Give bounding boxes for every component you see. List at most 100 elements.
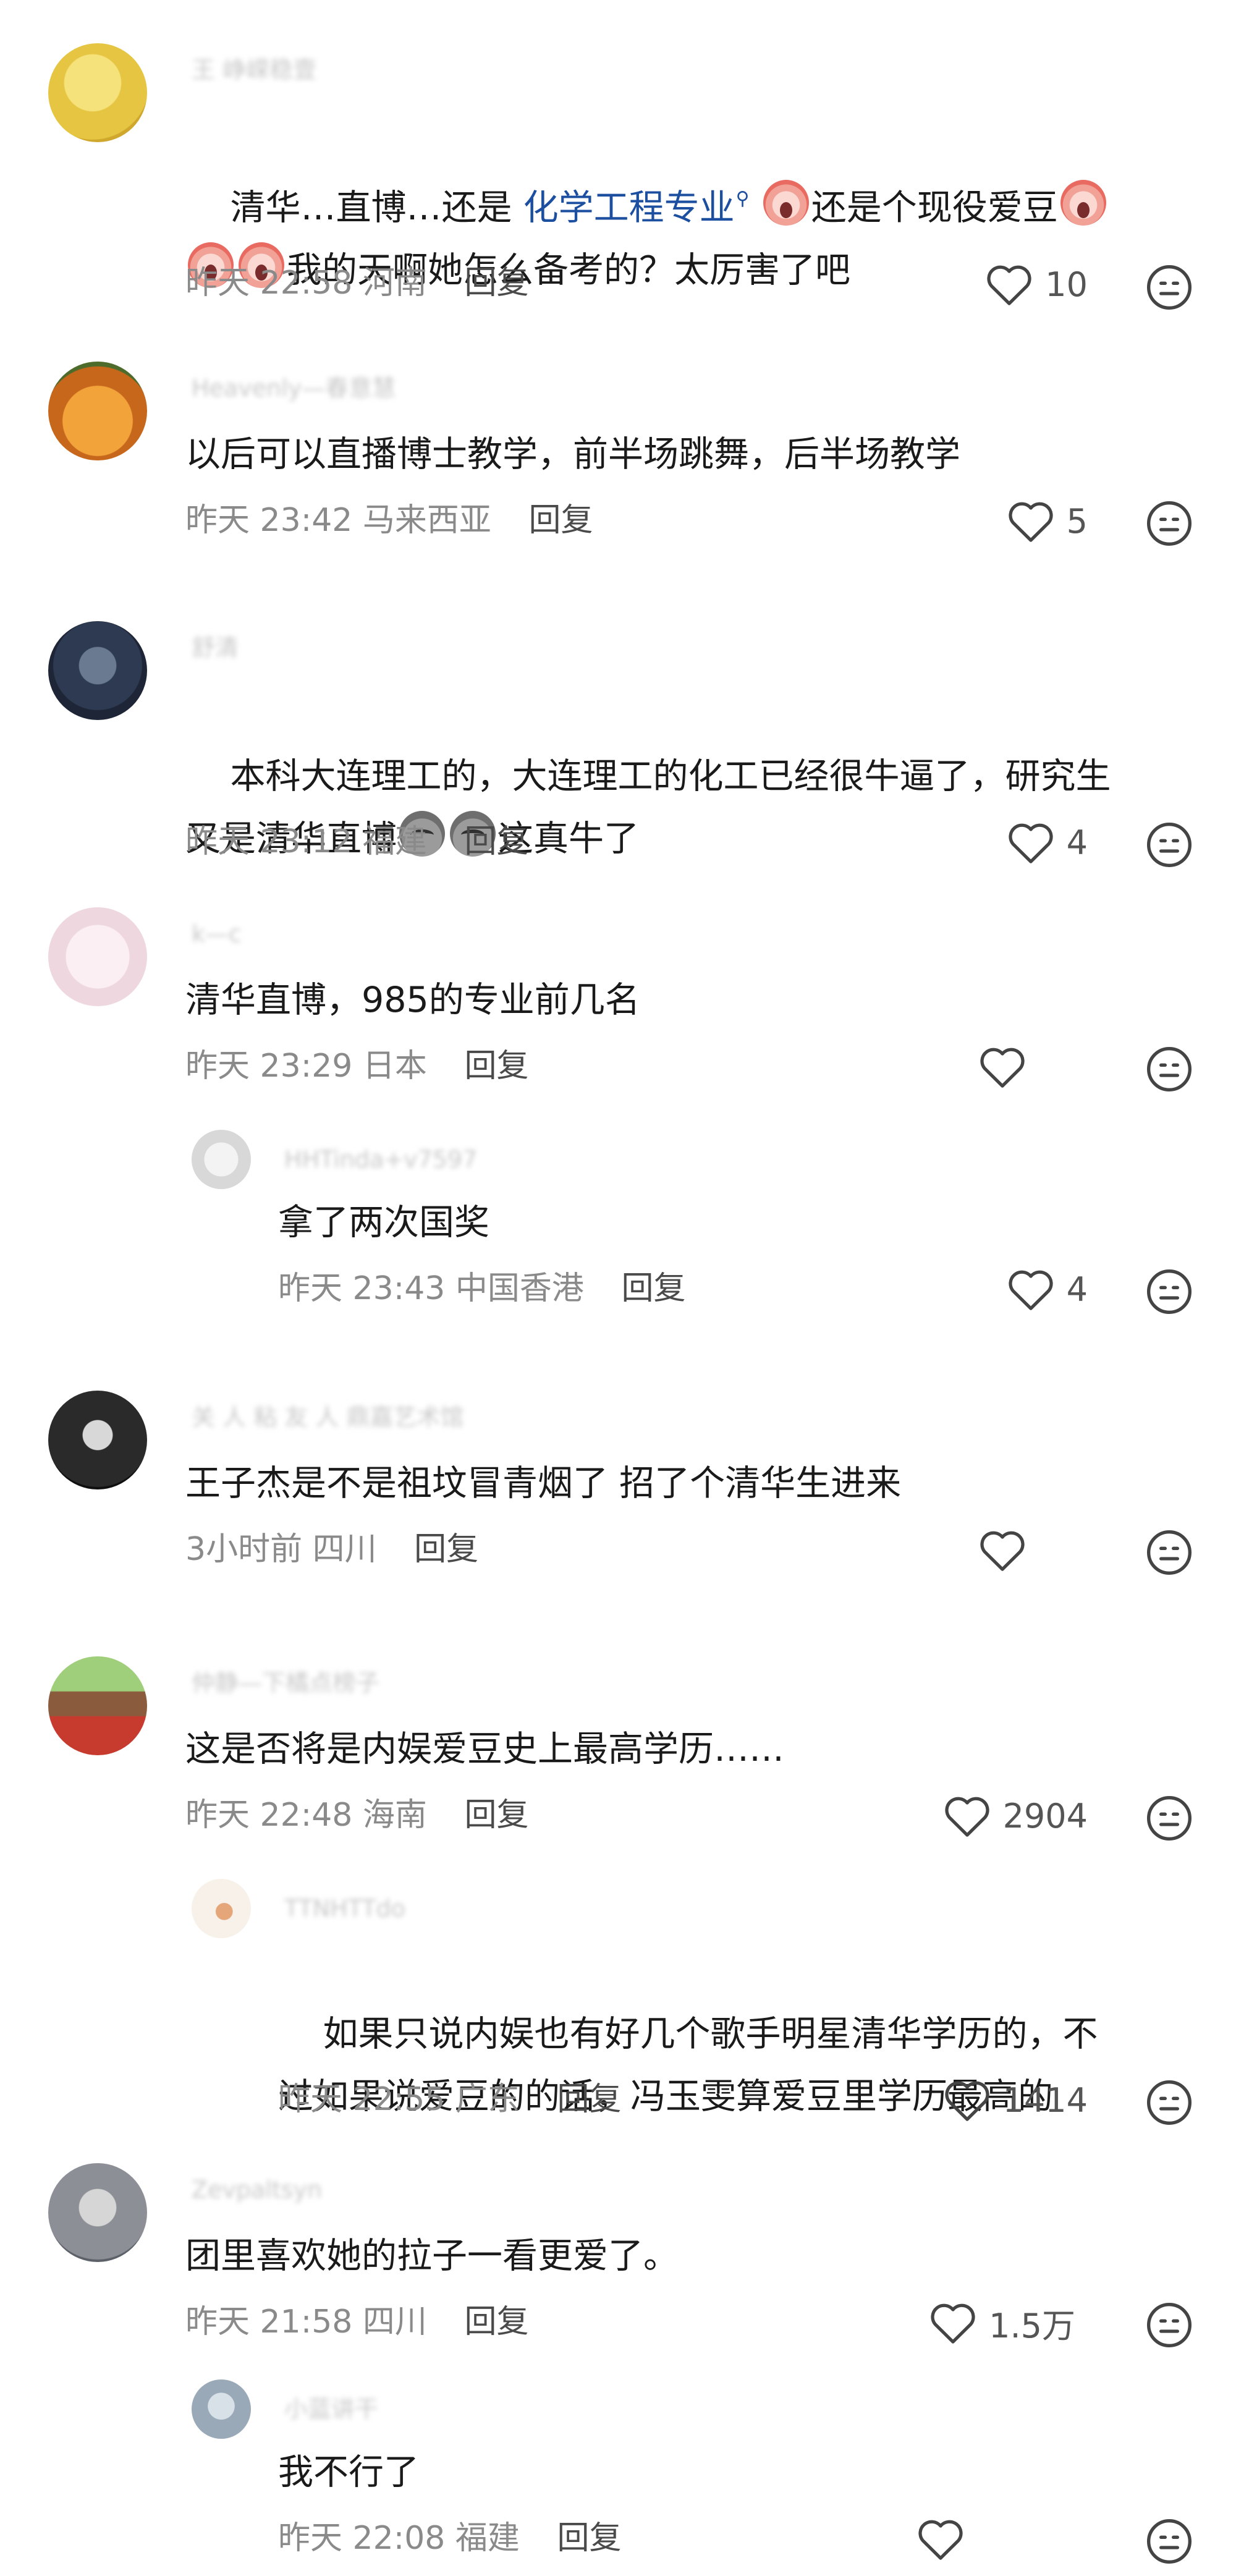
more-button[interactable]	[1145, 499, 1194, 548]
comment-meta: 昨天 23:43 中国香港 回复	[278, 1267, 685, 1310]
avatar[interactable]	[192, 1879, 251, 1938]
heart-outline-icon	[1009, 502, 1053, 542]
comment-meta: 昨天 21:58 四川 回复	[185, 2300, 528, 2344]
comment-time: 昨天 22:55	[278, 2081, 446, 2118]
comment-text: 我不行了	[278, 2452, 419, 2493]
comment-meta: 昨天 22:48 海南 回复	[185, 1794, 528, 1837]
reply-button[interactable]: 回复	[414, 1531, 478, 1568]
comment-location: 四川	[312, 1531, 377, 1568]
comment-time: 昨天 22:48	[185, 1797, 353, 1834]
heart-outline-icon	[918, 2520, 963, 2560]
more-button[interactable]	[1145, 1794, 1194, 1843]
reply-button[interactable]: 回复	[464, 1048, 528, 1085]
avatar[interactable]	[48, 621, 147, 720]
comment-text: 清华直博，985的专业前几名	[185, 980, 640, 1020]
comment-text-part: 清华…直博…还是	[230, 187, 523, 228]
comment-text: 团里喜欢她的拉子一看更爱了。	[185, 2235, 679, 2276]
avatar[interactable]	[192, 2379, 251, 2439]
like-button[interactable]	[952, 1525, 1038, 1575]
avatar[interactable]	[48, 1391, 147, 1489]
comment-text: 拿了两次国奖	[278, 1202, 489, 1243]
like-button[interactable]: 1.5万	[890, 2298, 1075, 2347]
neutral-face-icon	[1147, 823, 1192, 867]
like-button[interactable]	[890, 2514, 976, 2564]
avatar[interactable]	[48, 362, 147, 460]
like-button[interactable]	[952, 1042, 1038, 1091]
more-button[interactable]	[1145, 1044, 1194, 1094]
more-button[interactable]	[1145, 820, 1194, 870]
like-button[interactable]: 4	[952, 1265, 1088, 1314]
reply-button[interactable]: 回复	[464, 1797, 528, 1834]
like-count: 1.5万	[989, 2306, 1075, 2345]
like-button[interactable]: 1414	[890, 2075, 1088, 2125]
neutral-face-icon	[1147, 2519, 1192, 2564]
username[interactable]: k—c	[192, 920, 242, 948]
more-button[interactable]	[1145, 263, 1194, 312]
username[interactable]: 小蓝讲干	[284, 2395, 378, 2423]
neutral-face-icon	[1147, 1796, 1192, 1841]
avatar[interactable]	[48, 907, 147, 1006]
comment-text: 清华…直博…还是 化学工程专业⚲ 还是个现役爱豆 我的天啊她怎么备考的？太厉害了吧	[185, 105, 1187, 364]
heart-outline-icon	[931, 2303, 975, 2344]
avatar[interactable]	[48, 43, 147, 142]
comment-meta: 昨天 22:58 河南 回复	[185, 261, 528, 305]
more-button[interactable]	[1145, 2078, 1194, 2127]
heart-outline-icon	[944, 1797, 989, 1837]
comment-time: 昨天 23:29	[185, 1048, 353, 1085]
username[interactable]: 舒清	[192, 633, 239, 662]
reply-button[interactable]: 回复	[464, 2303, 528, 2341]
reply-button[interactable]: 回复	[621, 1270, 685, 1307]
username[interactable]: 关 人 粘 友 人 鼎嘉艺术馆	[192, 1403, 464, 1431]
heart-outline-icon	[980, 1048, 1025, 1088]
comment-meta: 3小时前 四川 回复	[185, 1528, 478, 1571]
more-button[interactable]	[1145, 1528, 1194, 1577]
more-button[interactable]	[1145, 2517, 1194, 2566]
username[interactable]: HHTinda+v7597	[284, 1145, 477, 1174]
like-button[interactable]: 10	[952, 260, 1088, 309]
username[interactable]: Heavenly—春意慧	[192, 374, 396, 402]
heart-outline-icon	[980, 1531, 1025, 1571]
comment-meta: 昨天 23:12 福建 回复	[185, 820, 528, 863]
reply-button[interactable]: 回复	[557, 2081, 621, 2118]
comment-time: 昨天 22:08	[278, 2520, 446, 2557]
username[interactable]: 仲静—下橘点榜子	[192, 1669, 379, 1697]
like-count: 4	[1066, 1269, 1088, 1309]
reply-button[interactable]: 回复	[464, 823, 528, 860]
comment-location: 四川	[362, 2303, 427, 2341]
comment-meta: 昨天 23:42 马来西亚 回复	[185, 499, 593, 542]
more-button[interactable]	[1145, 2300, 1194, 2350]
comment-time: 昨天 23:12	[185, 823, 353, 860]
reply-button[interactable]: 回复	[557, 2520, 621, 2557]
comment-location: 日本	[362, 1048, 427, 1085]
avatar[interactable]	[48, 1656, 147, 1755]
comment-text: 本科大连理工的，大连理工的化工已经很牛逼了，研究生 又是清华直博 这真牛了	[185, 683, 1199, 933]
scream-emoji-icon	[1060, 180, 1106, 226]
comment-location: 河南	[362, 265, 427, 302]
like-count: 5	[1066, 501, 1088, 541]
more-button[interactable]	[1145, 1267, 1194, 1316]
comment-time: 昨天 21:58	[185, 2303, 353, 2341]
scream-emoji-icon	[763, 180, 809, 226]
comment-meta: 昨天 22:55 广东 回复	[278, 2078, 621, 2121]
comment-location: 马来西亚	[362, 502, 491, 539]
topic-link[interactable]: 化学工程专业	[523, 187, 735, 228]
username[interactable]: 王 峥嵘稳壹	[192, 56, 316, 84]
like-count: 2904	[1002, 1796, 1088, 1836]
username[interactable]: TTNHTTdo	[284, 1894, 405, 1923]
username[interactable]: Zevpaltsyn	[192, 2176, 322, 2204]
avatar[interactable]	[48, 2163, 147, 2262]
comment-time: 3小时前	[185, 1531, 303, 1568]
comment-text-line: 本科大连理工的，大连理工的化工已经很牛逼了，研究生	[230, 756, 1111, 797]
avatar[interactable]	[192, 1130, 251, 1189]
comment-text-part: 还是个现役爱豆	[811, 187, 1058, 228]
like-button[interactable]: 2904	[890, 1791, 1088, 1841]
like-count: 4	[1066, 823, 1088, 862]
heart-outline-icon	[944, 2081, 989, 2121]
neutral-face-icon	[1147, 1269, 1192, 1314]
heart-outline-icon	[987, 265, 1031, 305]
like-button[interactable]: 5	[952, 496, 1088, 546]
like-button[interactable]: 4	[952, 818, 1088, 867]
reply-button[interactable]: 回复	[464, 265, 528, 302]
comment-time: 昨天 23:43	[278, 1270, 446, 1307]
reply-button[interactable]: 回复	[528, 502, 593, 539]
